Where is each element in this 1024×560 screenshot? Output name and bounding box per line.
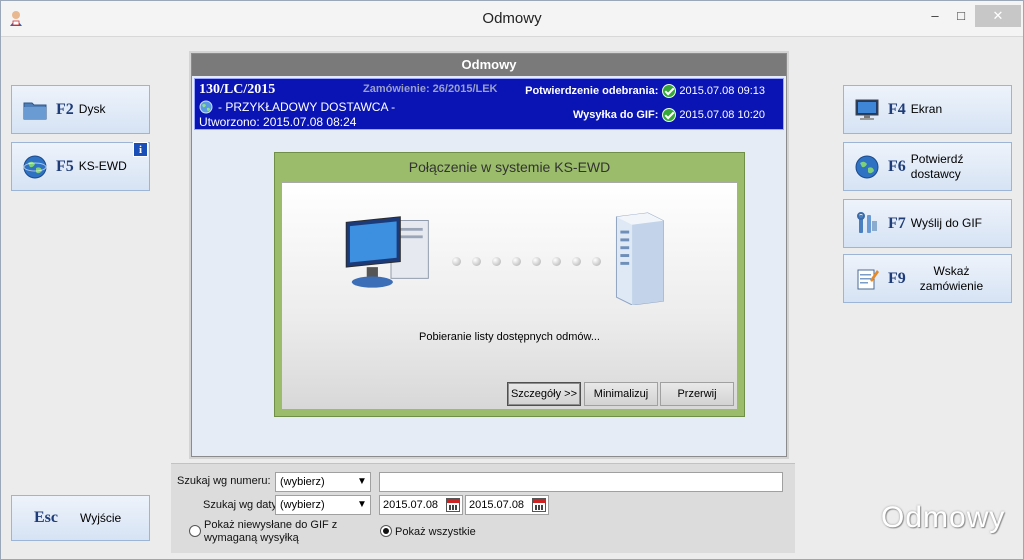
tools-icon	[857, 211, 877, 233]
watermark-text: Odmowy	[881, 501, 1006, 534]
details-button[interactable]: Szczegóły >>	[507, 382, 581, 406]
f9-show-order-button[interactable]: F9 Wskaż zamówienie	[843, 254, 1012, 303]
esc-label: Wyjście	[80, 510, 122, 525]
f4-screen-button[interactable]: F4 Ekran	[843, 85, 1012, 134]
f7-send-to-gif-button[interactable]: F7 Wyślij do GIF	[843, 199, 1012, 248]
search-by-date-value: (wybierz)	[280, 499, 325, 511]
supplier-name: - PRZYKŁADOWY DOSTAWCA -	[218, 100, 396, 114]
check-icon	[662, 84, 677, 98]
chevron-down-icon: ▼	[357, 476, 367, 487]
computer-icon	[345, 216, 429, 288]
search-area: Szukaj wg numeru: (wybierz) ▼ Szukaj wg …	[171, 463, 795, 553]
progress-dot	[572, 257, 581, 266]
title-bar: Odmowy – □ ✕	[1, 1, 1023, 37]
date-from-value: 2015.07.08	[383, 499, 439, 511]
confirm-status-time: 2015.07.08 09:13	[679, 85, 765, 97]
progress-dot	[452, 257, 461, 266]
maximize-window-button[interactable]: □	[949, 5, 973, 27]
order-number: 130/LC/2015	[199, 82, 276, 97]
globe-icon	[23, 155, 47, 178]
search-by-date-combo[interactable]: (wybierz) ▼	[275, 495, 371, 515]
panel-header: Odmowy	[192, 54, 786, 76]
check-icon	[662, 108, 677, 122]
monitor-icon	[855, 99, 879, 120]
f9-label-line2: zamówienie	[919, 278, 984, 293]
calendar-icon[interactable]	[446, 498, 460, 512]
f2-disk-button[interactable]: F2 Dysk	[11, 85, 150, 134]
main-window: Odmowy – □ ✕ F2 Dysk F5 KS-EWD i Esc Wyj…	[0, 0, 1024, 560]
progress-dot	[472, 257, 481, 266]
f5-key-label: F5	[56, 157, 74, 175]
f2-label: Dysk	[78, 102, 106, 116]
date-from-field[interactable]: 2015.07.08	[379, 495, 463, 515]
calendar-icon[interactable]	[532, 498, 546, 512]
order-icon	[857, 269, 879, 289]
progress-dot	[492, 257, 501, 266]
radio-show-unsent[interactable]	[189, 525, 201, 537]
confirm-status-label: Potwierdzenie odebrania:	[525, 85, 659, 97]
dialog-message: Pobieranie listy dostępnych odmów...	[419, 331, 600, 343]
f4-key-label: F4	[888, 100, 906, 118]
globe-icon	[855, 155, 879, 178]
search-number-input[interactable]	[379, 472, 783, 492]
confirm-status: Potwierdzenie odebrania: 2015.07.08 09:1…	[525, 84, 765, 98]
f6-key-label: F6	[888, 157, 906, 175]
f9-key-label: F9	[888, 269, 906, 287]
minimize-window-button[interactable]: –	[923, 5, 947, 27]
radio-show-unsent-line2: wymaganą wysyłką	[204, 532, 299, 544]
progress-dot	[532, 257, 541, 266]
gif-status-time: 2015.07.08 10:20	[679, 109, 765, 121]
server-icon	[615, 212, 664, 305]
date-to-field[interactable]: 2015.07.08	[465, 495, 549, 515]
date-to-value: 2015.07.08	[469, 499, 525, 511]
abort-button[interactable]: Przerwij	[660, 382, 734, 406]
f9-label-line1: Wskaż	[933, 263, 970, 278]
search-by-number-label: Szukaj wg numeru:	[177, 475, 271, 487]
progress-dot	[512, 257, 521, 266]
radio-show-all[interactable]	[380, 525, 392, 537]
order-row[interactable]: 130/LC/2015 Zamówienie: 26/2015/LEK - PR…	[194, 78, 784, 130]
globe-icon	[199, 100, 213, 114]
created-date: Utworzono: 2015.07.08 08:24	[199, 115, 357, 129]
search-by-number-value: (wybierz)	[280, 476, 325, 488]
dialog-body: Pobieranie listy dostępnych odmów... Szc…	[281, 182, 738, 410]
progress-dot	[592, 257, 601, 266]
info-icon[interactable]: i	[133, 142, 148, 157]
f7-label: Wyślij do GIF	[910, 216, 983, 230]
chevron-down-icon: ▼	[357, 499, 367, 510]
f5-label: KS-EWD	[78, 159, 127, 173]
connection-progress-dots	[452, 257, 612, 266]
f6-label-line1: Potwierdź	[910, 151, 964, 166]
order-reference: Zamówienie: 26/2015/LEK	[363, 83, 498, 95]
f7-key-label: F7	[888, 214, 906, 232]
f5-ks-ewd-button[interactable]: F5 KS-EWD i	[11, 142, 150, 191]
f6-label: Potwierdź dostawcy	[911, 152, 964, 182]
f6-label-line2: dostawcy	[910, 166, 961, 181]
f9-label: Wskaż zamówienie	[920, 264, 983, 294]
progress-dot	[552, 257, 561, 266]
dialog-title: Połączenie w systemie KS-EWD	[408, 159, 611, 175]
radio-show-unsent-label: Pokaż niewysłane do GIF z wymaganą wysył…	[204, 519, 337, 545]
search-by-date-label: Szukaj wg daty:	[203, 499, 281, 511]
folder-icon	[23, 102, 47, 119]
f4-label: Ekran	[910, 102, 943, 116]
gif-status-label: Wysyłka do GIF:	[572, 109, 659, 121]
f6-confirm-supplier-button[interactable]: F6 Potwierdź dostawcy	[843, 142, 1012, 191]
esc-key-label: Esc	[34, 509, 58, 526]
esc-exit-button[interactable]: Esc Wyjście	[11, 495, 150, 541]
connection-dialog: Połączenie w systemie KS-EWD Pobieranie …	[274, 152, 745, 417]
gif-status: Wysyłka do GIF: 2015.07.08 10:20	[573, 108, 765, 122]
window-title: Odmowy	[482, 10, 542, 27]
f2-key-label: F2	[56, 100, 74, 118]
search-by-number-combo[interactable]: (wybierz) ▼	[275, 472, 371, 492]
radio-show-unsent-line1: Pokaż niewysłane do GIF z	[204, 519, 338, 531]
radio-show-all-label: Pokaż wszystkie	[395, 526, 476, 538]
minimize-dialog-button[interactable]: Minimalizuj	[584, 382, 658, 406]
order-supplier: - PRZYKŁADOWY DOSTAWCA -	[199, 100, 395, 114]
close-window-button[interactable]: ✕	[975, 5, 1021, 27]
